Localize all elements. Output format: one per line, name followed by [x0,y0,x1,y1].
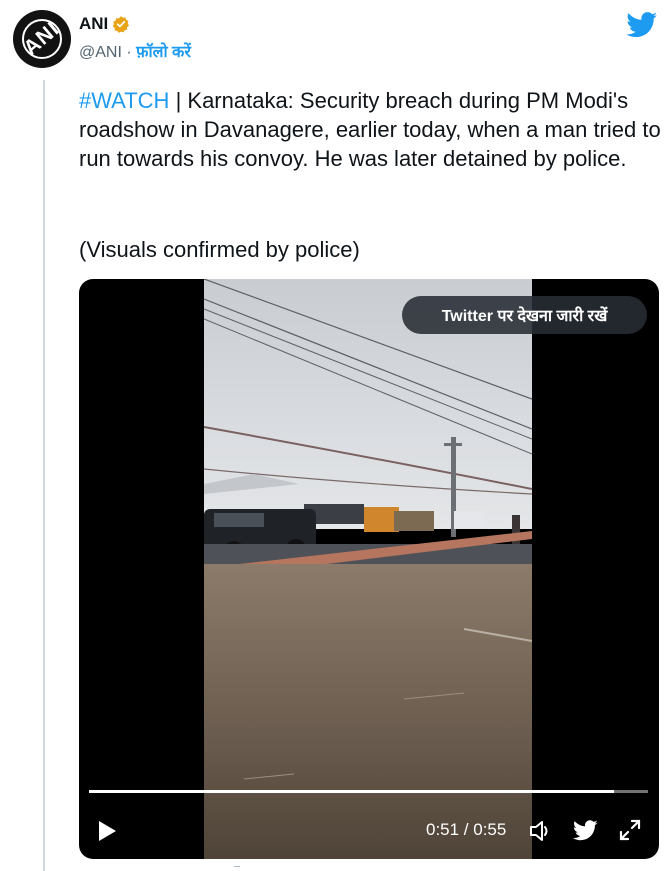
follow-button[interactable]: फ़ॉलो करें [136,44,191,61]
video-progress-bar[interactable] [89,790,648,793]
tweet-header: ANI ANI @ANI · फ़ॉलो करें [0,0,670,80]
video-frame[interactable] [204,279,532,859]
video-frame-image [204,279,532,859]
volume-icon[interactable] [527,818,553,844]
account-handle[interactable]: @ANI [79,44,122,61]
name-row: ANI [79,14,130,34]
hashtag-link[interactable]: #WATCH [79,88,169,113]
tweet-text: #WATCH | Karnataka: Security breach duri… [79,86,664,173]
video-time: 0:51 / 0:55 [426,820,507,839]
play-icon[interactable] [96,820,118,842]
separator: · [121,44,137,61]
avatar[interactable]: ANI [13,10,71,68]
avatar-logo: ANI [19,17,65,61]
twitter-icon[interactable] [573,820,598,841]
verified-badge-icon [113,16,130,33]
divider [234,866,240,870]
tweet-note: (Visuals confirmed by police) [79,237,360,262]
video-player[interactable] [79,279,659,859]
twitter-bird-icon[interactable] [626,12,658,38]
expand-icon[interactable] [619,819,641,841]
thread-line [43,80,45,871]
account-name[interactable]: ANI [79,14,108,34]
handle-row: @ANI · फ़ॉलो करें [79,40,191,62]
watch-on-twitter-button[interactable]: Twitter पर देखना जारी रखें [402,296,647,334]
video-progress-fill [89,790,615,793]
